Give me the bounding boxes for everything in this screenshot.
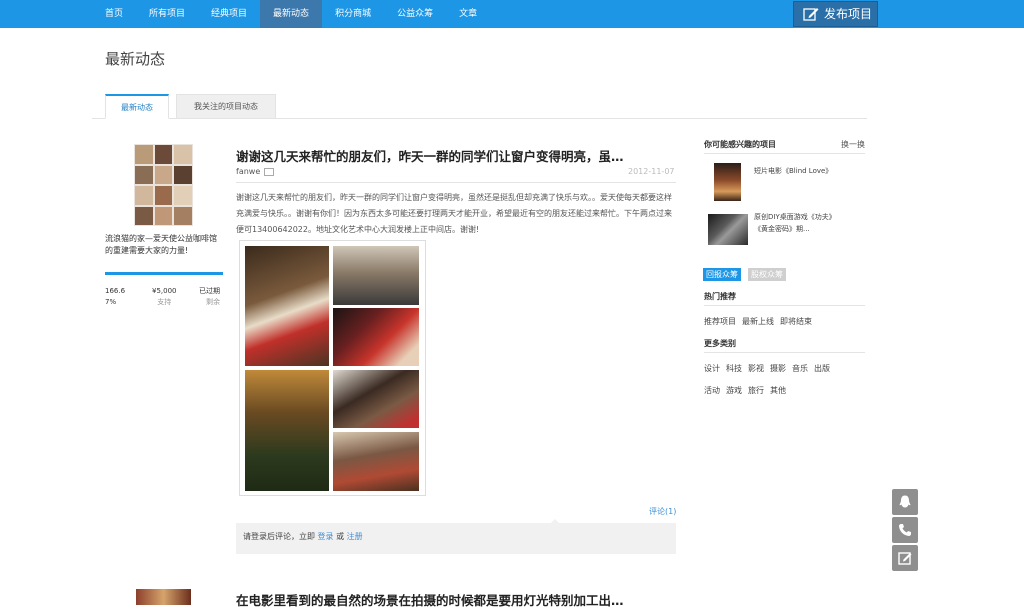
photo-musicians[interactable] bbox=[333, 246, 419, 305]
main-nav: 首页 所有项目 经典项目 最新动态 积分商城 公益众筹 文章 bbox=[92, 0, 490, 28]
comment-count-link[interactable]: 评论(1) bbox=[649, 506, 676, 517]
post-date: 2012-11-07 bbox=[628, 167, 675, 176]
rec-title-kungfu-game[interactable]: 原创DIY桌面游戏《功夫》 《黄金密码》期... bbox=[754, 211, 836, 235]
link-recommended[interactable]: 推荐项目 bbox=[704, 316, 736, 327]
rec-title-blind-love[interactable]: 短片电影《Blind Love》 bbox=[754, 165, 832, 177]
top-navigation-bar: 首页 所有项目 经典项目 最新动态 积分商城 公益众筹 文章 发布项目 bbox=[0, 0, 1024, 28]
page-title: 最新动态 bbox=[105, 50, 166, 68]
publish-project-button[interactable]: 发布项目 bbox=[793, 1, 878, 27]
reward-crowdfunding-tab[interactable]: 回报众筹 bbox=[703, 268, 741, 281]
category-film[interactable]: 影视 bbox=[748, 363, 764, 374]
category-row-2: 活动 游戏 旅行 其他 bbox=[704, 385, 786, 396]
funding-progress-bar bbox=[105, 272, 223, 275]
category-travel[interactable]: 旅行 bbox=[748, 385, 764, 396]
category-publishing[interactable]: 出版 bbox=[814, 363, 830, 374]
edit-button[interactable] bbox=[892, 545, 918, 571]
publish-pen-icon bbox=[803, 8, 819, 21]
swap-link[interactable]: 换一换 bbox=[841, 139, 865, 150]
category-games[interactable]: 游戏 bbox=[726, 385, 742, 396]
hot-links: 推荐项目 最新上线 即将结束 bbox=[704, 316, 812, 327]
nav-latest-news[interactable]: 最新动态 bbox=[260, 0, 323, 28]
stat-support: ¥5,000 支持 bbox=[152, 286, 177, 308]
link-ending-soon[interactable]: 即将结束 bbox=[780, 316, 812, 327]
nav-classic-projects[interactable]: 经典项目 bbox=[198, 0, 260, 28]
photo-cafe-interior[interactable] bbox=[245, 370, 329, 491]
category-row-1: 设计 科技 影视 摄影 音乐 出版 bbox=[704, 363, 830, 374]
nav-all-projects[interactable]: 所有项目 bbox=[136, 0, 198, 28]
post2-title[interactable]: 在电影里看到的最自然的场景在拍摄的时候都是要用灯光特别加工出… bbox=[236, 590, 624, 609]
stat-support-label: 支持 bbox=[157, 298, 172, 306]
rec-title-kungfu-line1: 原创DIY桌面游戏《功夫》 bbox=[754, 213, 836, 221]
category-photography[interactable]: 摄影 bbox=[770, 363, 786, 374]
stat-support-value: ¥5,000 bbox=[152, 287, 177, 295]
categories-divider bbox=[704, 352, 865, 353]
link-new-online[interactable]: 最新上线 bbox=[742, 316, 774, 327]
stat-remaining-value: 已过期 bbox=[199, 287, 220, 295]
post-divider bbox=[236, 182, 676, 183]
nav-articles[interactable]: 文章 bbox=[446, 0, 490, 28]
rec-image-blind-love[interactable] bbox=[714, 163, 741, 201]
category-music[interactable]: 音乐 bbox=[792, 363, 808, 374]
or-text: 或 bbox=[336, 532, 345, 541]
post2-thumbnail[interactable] bbox=[136, 589, 191, 605]
equity-crowdfunding-tab[interactable]: 股权众筹 bbox=[748, 268, 786, 281]
photo-cafe-sign[interactable] bbox=[245, 246, 329, 366]
post-author[interactable]: fanwe bbox=[236, 167, 260, 176]
photo-woman-red[interactable] bbox=[333, 308, 419, 366]
interest-divider bbox=[704, 153, 865, 154]
qq-button[interactable] bbox=[892, 489, 918, 515]
category-events[interactable]: 活动 bbox=[704, 385, 720, 396]
category-other[interactable]: 其他 bbox=[770, 385, 786, 396]
post-body: 谢谢这几天来帮忙的朋友们，昨天一群的同学们让窗户变得明亮，虽然还是挺乱但却充满了… bbox=[236, 193, 672, 234]
photo-woman-cat[interactable] bbox=[333, 370, 419, 428]
stat-percent-value: 166.6 7% bbox=[105, 287, 126, 306]
stat-percent: 166.6 7% bbox=[105, 286, 125, 308]
tab-followed-project-news[interactable]: 我关注的项目动态 bbox=[176, 94, 276, 119]
stat-remaining: 已过期 剩余 bbox=[199, 286, 220, 308]
login-link[interactable]: 登录 bbox=[318, 532, 334, 541]
project-card-title[interactable]: 流浪猫的家—爱天使公益咖啡馆的重建需要大家的力量! bbox=[105, 233, 223, 257]
tab-latest-news[interactable]: 最新动态 bbox=[105, 94, 169, 119]
qq-icon bbox=[899, 495, 911, 508]
message-icon[interactable] bbox=[264, 168, 274, 176]
register-link[interactable]: 注册 bbox=[347, 532, 363, 541]
project-thumbnail[interactable] bbox=[134, 144, 193, 226]
publish-project-label: 发布项目 bbox=[824, 7, 873, 21]
comment-box: 请登录后评论，立即 登录 或 注册 bbox=[236, 523, 676, 554]
nav-home[interactable]: 首页 bbox=[92, 0, 136, 28]
post-photo-gallery[interactable] bbox=[239, 240, 426, 496]
nav-points-mall[interactable]: 积分商城 bbox=[322, 0, 384, 28]
hot-recommend-title: 热门推荐 bbox=[704, 292, 736, 301]
nav-charity-crowdfunding[interactable]: 公益众筹 bbox=[384, 0, 446, 28]
stat-remaining-label: 剩余 bbox=[206, 298, 220, 306]
category-tech[interactable]: 科技 bbox=[726, 363, 742, 374]
rec-image-kungfu-game[interactable] bbox=[708, 214, 748, 245]
edit-icon bbox=[898, 552, 912, 565]
more-categories-title: 更多类别 bbox=[704, 339, 736, 348]
interest-title: 你可能感兴趣的项目 bbox=[704, 140, 776, 149]
post-title[interactable]: 谢谢这几天来帮忙的朋友们，昨天一群的同学们让窗户变得明亮，虽… bbox=[236, 146, 624, 165]
phone-button[interactable] bbox=[892, 517, 918, 543]
comment-prompt: 请登录后评论，立即 bbox=[243, 532, 315, 541]
phone-icon bbox=[899, 524, 911, 536]
hot-divider bbox=[704, 305, 865, 306]
photo-group[interactable] bbox=[333, 432, 419, 491]
rec-title-kungfu-line2: 《黄金密码》期... bbox=[754, 225, 810, 233]
category-design[interactable]: 设计 bbox=[704, 363, 720, 374]
